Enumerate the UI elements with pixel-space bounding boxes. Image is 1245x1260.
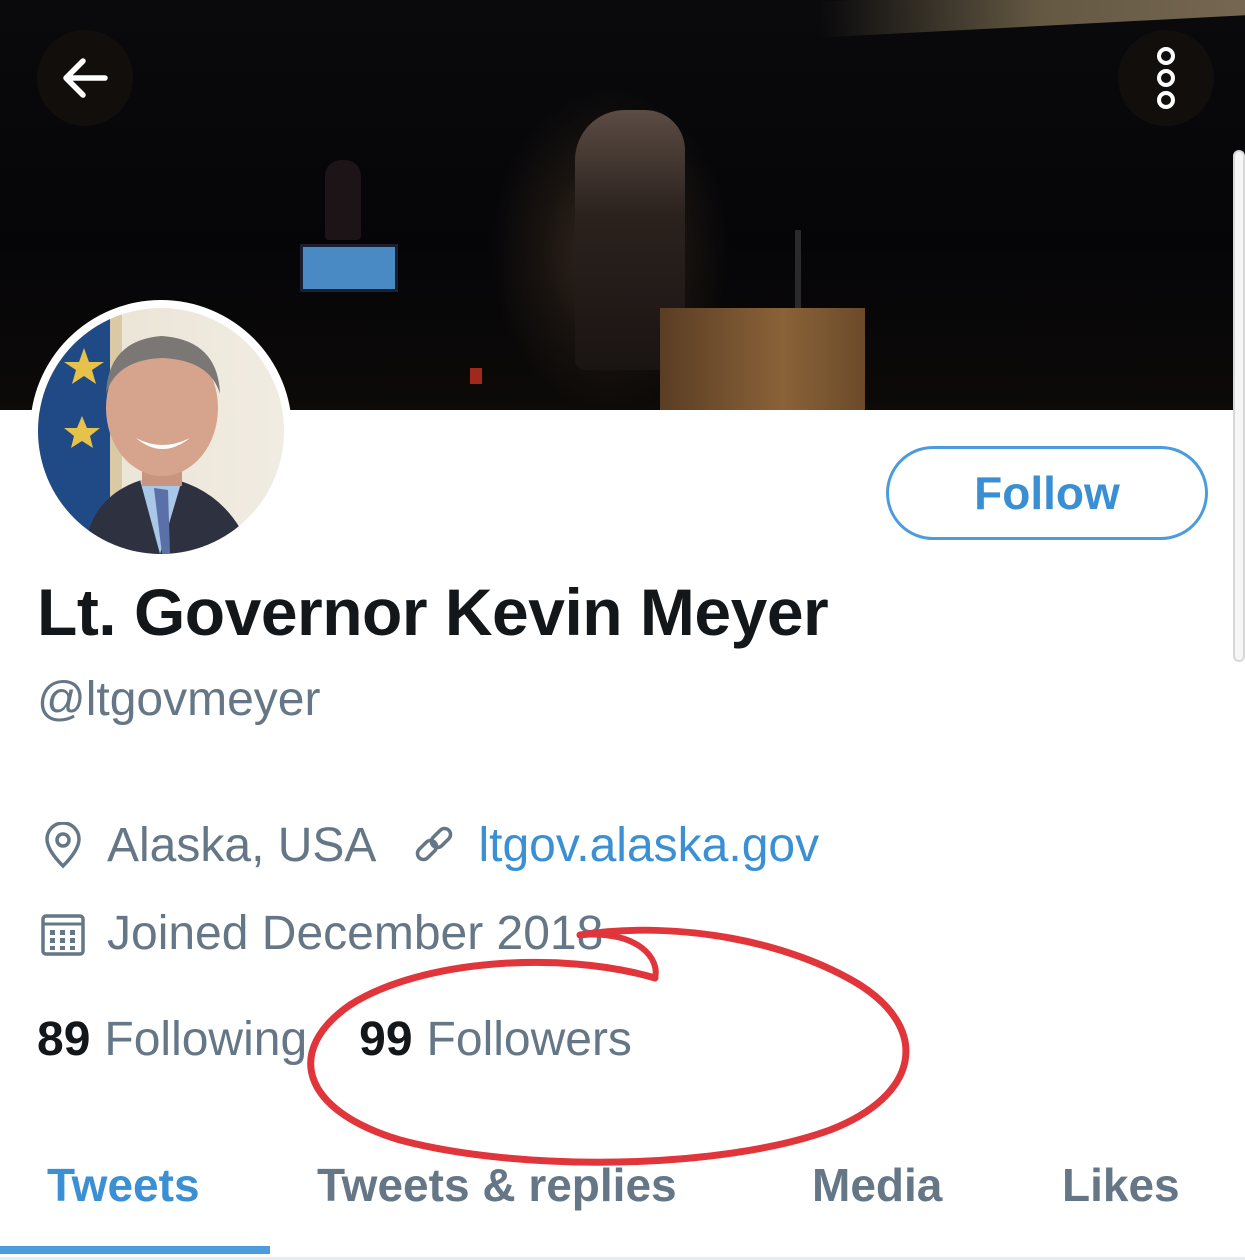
banner-mic-stand [795,230,801,320]
tab-likes[interactable]: Likes [1062,1158,1180,1212]
banner-red-light [470,368,482,384]
followers-stat[interactable]: 99 Followers [359,1012,632,1067]
scrollbar[interactable] [1233,150,1245,662]
following-stat[interactable]: 89 Following [37,1012,307,1067]
calendar-icon [37,908,89,960]
profile-avatar[interactable] [30,300,292,562]
more-options-button[interactable] [1118,30,1214,126]
user-handle: @ltgovmeyer [37,673,321,726]
display-name: Lt. Governor Kevin Meyer [37,575,829,649]
active-tab-indicator [0,1246,270,1254]
followers-count: 99 [359,1013,413,1066]
banner-screen [300,244,398,292]
arrow-left-icon [63,58,108,98]
following-label: Following [104,1013,308,1066]
joined-date: Joined December 2018 [107,907,604,960]
profile-meta-location-website: Alaska, USA ltgov.alaska.gov [37,818,819,873]
following-count: 89 [37,1013,91,1066]
back-button[interactable] [37,30,133,126]
tab-tweets-replies[interactable]: Tweets & replies [317,1158,677,1212]
profile-meta-joined: Joined December 2018 [37,906,603,961]
location-pin-icon [37,820,89,872]
profile-tabs: Tweets Tweets & replies Media Likes [0,1148,1245,1260]
followers-label: Followers [426,1013,632,1066]
vertical-dots-icon [1157,47,1175,109]
location-text: Alaska, USA [107,819,377,872]
profile-stats: 89 Following 99 Followers [37,1012,632,1067]
follow-button[interactable]: Follow [886,446,1208,540]
website-link[interactable]: ltgov.alaska.gov [478,818,819,873]
tab-media[interactable]: Media [812,1158,942,1212]
avatar-photo [38,308,284,554]
tab-tweets[interactable]: Tweets [47,1158,200,1212]
banner-background-person [325,160,361,240]
banner-podium [660,308,865,410]
link-icon [408,820,460,872]
